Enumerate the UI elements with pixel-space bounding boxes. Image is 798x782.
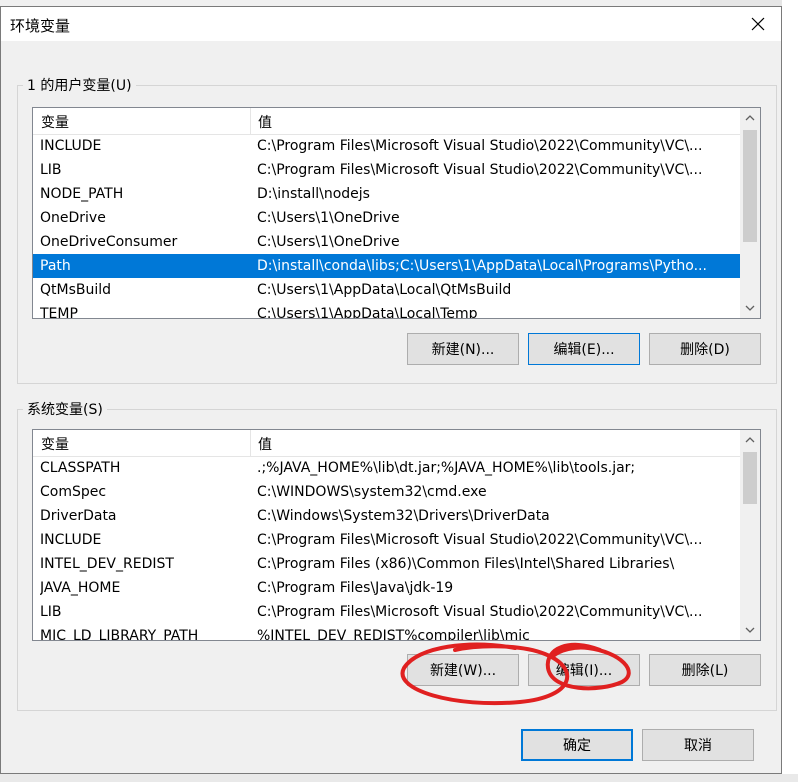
header-variable[interactable]: 变量 [41, 434, 69, 454]
table-row[interactable]: OneDrive C:\Users\1\OneDrive [33, 206, 740, 230]
user-variables-list[interactable]: 变量 值 INCLUDE C:\Program Files\Microsoft V… [32, 107, 761, 319]
variable-name: JAVA_HOME [40, 580, 121, 596]
variable-name: ComSpec [40, 484, 107, 500]
close-icon [751, 17, 765, 31]
user-list-scrollbar[interactable] [740, 108, 760, 318]
system-delete-button[interactable]: 删除(L) [649, 654, 761, 686]
variable-name: TEMP [40, 306, 78, 319]
system-variables-label: 系统变量(S) [23, 399, 107, 419]
table-row[interactable]: MIC_LD_LIBRARY_PATH %INTEL_DEV_REDIST%com… [33, 624, 740, 641]
table-row[interactable]: JAVA_HOME C:\Program Files\Java\jdk-19 [33, 576, 740, 600]
variable-name: OneDrive [40, 210, 106, 226]
variable-value: C:\WINDOWS\system32\cmd.exe [257, 484, 487, 500]
scroll-down-arrow[interactable] [740, 298, 760, 318]
user-edit-button[interactable]: 编辑(E)... [528, 333, 640, 365]
table-row[interactable]: TEMP C:\Users\1\AppData\Local\Temp [33, 302, 740, 319]
scroll-down-arrow[interactable] [740, 620, 760, 640]
table-row[interactable]: OneDriveConsumer C:\Users\1\OneDrive [33, 230, 740, 254]
table-row[interactable]: INCLUDE C:\Program Files\Microsoft Visual… [33, 134, 740, 158]
variable-name: CLASSPATH [40, 460, 121, 476]
title-bar: 环境变量 [1, 7, 781, 41]
variable-name: LIB [40, 604, 62, 620]
variable-value: C:\Windows\System32\Drivers\DriverData [257, 508, 550, 524]
variable-value: C:\Users\1\OneDrive [257, 234, 400, 250]
table-row[interactable]: NODE_PATH D:\install\nodejs [33, 182, 740, 206]
header-variable[interactable]: 变量 [41, 112, 69, 132]
header-divider[interactable] [250, 108, 251, 134]
ok-button[interactable]: 确定 [521, 729, 633, 761]
variable-name: DriverData [40, 508, 117, 524]
variable-value: D:\install\nodejs [257, 186, 370, 202]
scroll-up-arrow[interactable] [740, 108, 760, 128]
variable-value: C:\Program Files\Microsoft Visual Studio… [257, 604, 703, 620]
cancel-button[interactable]: 取消 [642, 729, 754, 761]
table-row[interactable]: LIB C:\Program Files\Microsoft Visual Stu… [33, 600, 740, 624]
variable-name: INCLUDE [40, 532, 102, 548]
user-new-button[interactable]: 新建(N)... [407, 333, 519, 365]
background-app-strip [782, 0, 798, 782]
table-row[interactable]: INCLUDE C:\Program Files\Microsoft Visual… [33, 528, 740, 552]
scroll-thumb[interactable] [743, 452, 757, 504]
table-row[interactable]: INTEL_DEV_REDIST C:\Program Files (x86)\C… [33, 552, 740, 576]
system-new-button[interactable]: 新建(W)... [407, 654, 519, 686]
table-row[interactable]: Path D:\install\conda\libs;C:\Users\1\App… [33, 254, 740, 278]
table-row[interactable]: CLASSPATH .;%JAVA_HOME%\lib\dt.jar;%JAVA_… [33, 456, 740, 480]
header-value[interactable]: 值 [258, 434, 272, 454]
scroll-up-arrow[interactable] [740, 430, 760, 450]
system-variables-list[interactable]: 变量 值 CLASSPATH .;%JAVA_HOME%\lib\dt.jar;%… [32, 429, 761, 641]
variable-value: C:\Program Files\Microsoft Visual Studio… [257, 138, 703, 154]
system-rows: CLASSPATH .;%JAVA_HOME%\lib\dt.jar;%JAVA_… [33, 456, 740, 641]
user-rows: INCLUDE C:\Program Files\Microsoft Visual… [33, 134, 740, 319]
variable-value: C:\Users\1\AppData\Local\Temp [257, 306, 478, 319]
header-value[interactable]: 值 [258, 112, 272, 132]
table-row[interactable]: LIB C:\Program Files\Microsoft Visual Stu… [33, 158, 740, 182]
variable-name: LIB [40, 162, 62, 178]
chevron-down-icon [745, 627, 755, 633]
variable-name: INCLUDE [40, 138, 102, 154]
variable-value: C:\Program Files\Microsoft Visual Studio… [257, 162, 703, 178]
chevron-down-icon [745, 305, 755, 311]
chevron-up-icon [745, 437, 755, 443]
variable-value: C:\Program Files\Java\jdk-19 [257, 580, 454, 596]
user-delete-button[interactable]: 删除(D) [649, 333, 761, 365]
window-title: 环境变量 [10, 17, 71, 35]
variable-name: NODE_PATH [40, 186, 124, 202]
variable-name: QtMsBuild [40, 282, 112, 298]
variable-value: C:\Program Files (x86)\Common Files\Inte… [257, 556, 675, 572]
system-list-header: 变量 值 [33, 430, 740, 457]
system-list-scrollbar[interactable] [740, 430, 760, 640]
system-edit-button[interactable]: 编辑(I)... [528, 654, 640, 686]
variable-name: MIC_LD_LIBRARY_PATH [40, 628, 199, 641]
background-app-strip-bottom [0, 774, 798, 782]
scroll-thumb[interactable] [743, 130, 757, 242]
variable-value: %INTEL_DEV_REDIST%compiler\lib\mic [257, 628, 530, 641]
user-list-header: 变量 值 [33, 108, 740, 135]
variable-value: C:\Users\1\OneDrive [257, 210, 400, 226]
user-variables-label: 1 的用户变量(U) [23, 75, 136, 95]
table-row[interactable]: ComSpec C:\WINDOWS\system32\cmd.exe [33, 480, 740, 504]
variable-value: C:\Program Files\Microsoft Visual Studio… [257, 532, 703, 548]
variable-value: .;%JAVA_HOME%\lib\dt.jar;%JAVA_HOME%\lib… [257, 460, 636, 476]
close-button[interactable] [735, 7, 781, 41]
header-divider[interactable] [250, 430, 251, 456]
variable-value: C:\Users\1\AppData\Local\QtMsBuild [257, 282, 512, 298]
variable-name: Path [40, 258, 71, 274]
variable-name: INTEL_DEV_REDIST [40, 556, 174, 572]
variable-value: D:\install\conda\libs;C:\Users\1\AppData… [257, 258, 707, 274]
variable-name: OneDriveConsumer [40, 234, 178, 250]
table-row[interactable]: QtMsBuild C:\Users\1\AppData\Local\QtMsBu… [33, 278, 740, 302]
environment-variables-dialog: 环境变量 1 的用户变量(U) 变量 值 INCLUDE C:\Program F… [0, 6, 782, 774]
chevron-up-icon [745, 115, 755, 121]
table-row[interactable]: DriverData C:\Windows\System32\Drivers\Dr… [33, 504, 740, 528]
